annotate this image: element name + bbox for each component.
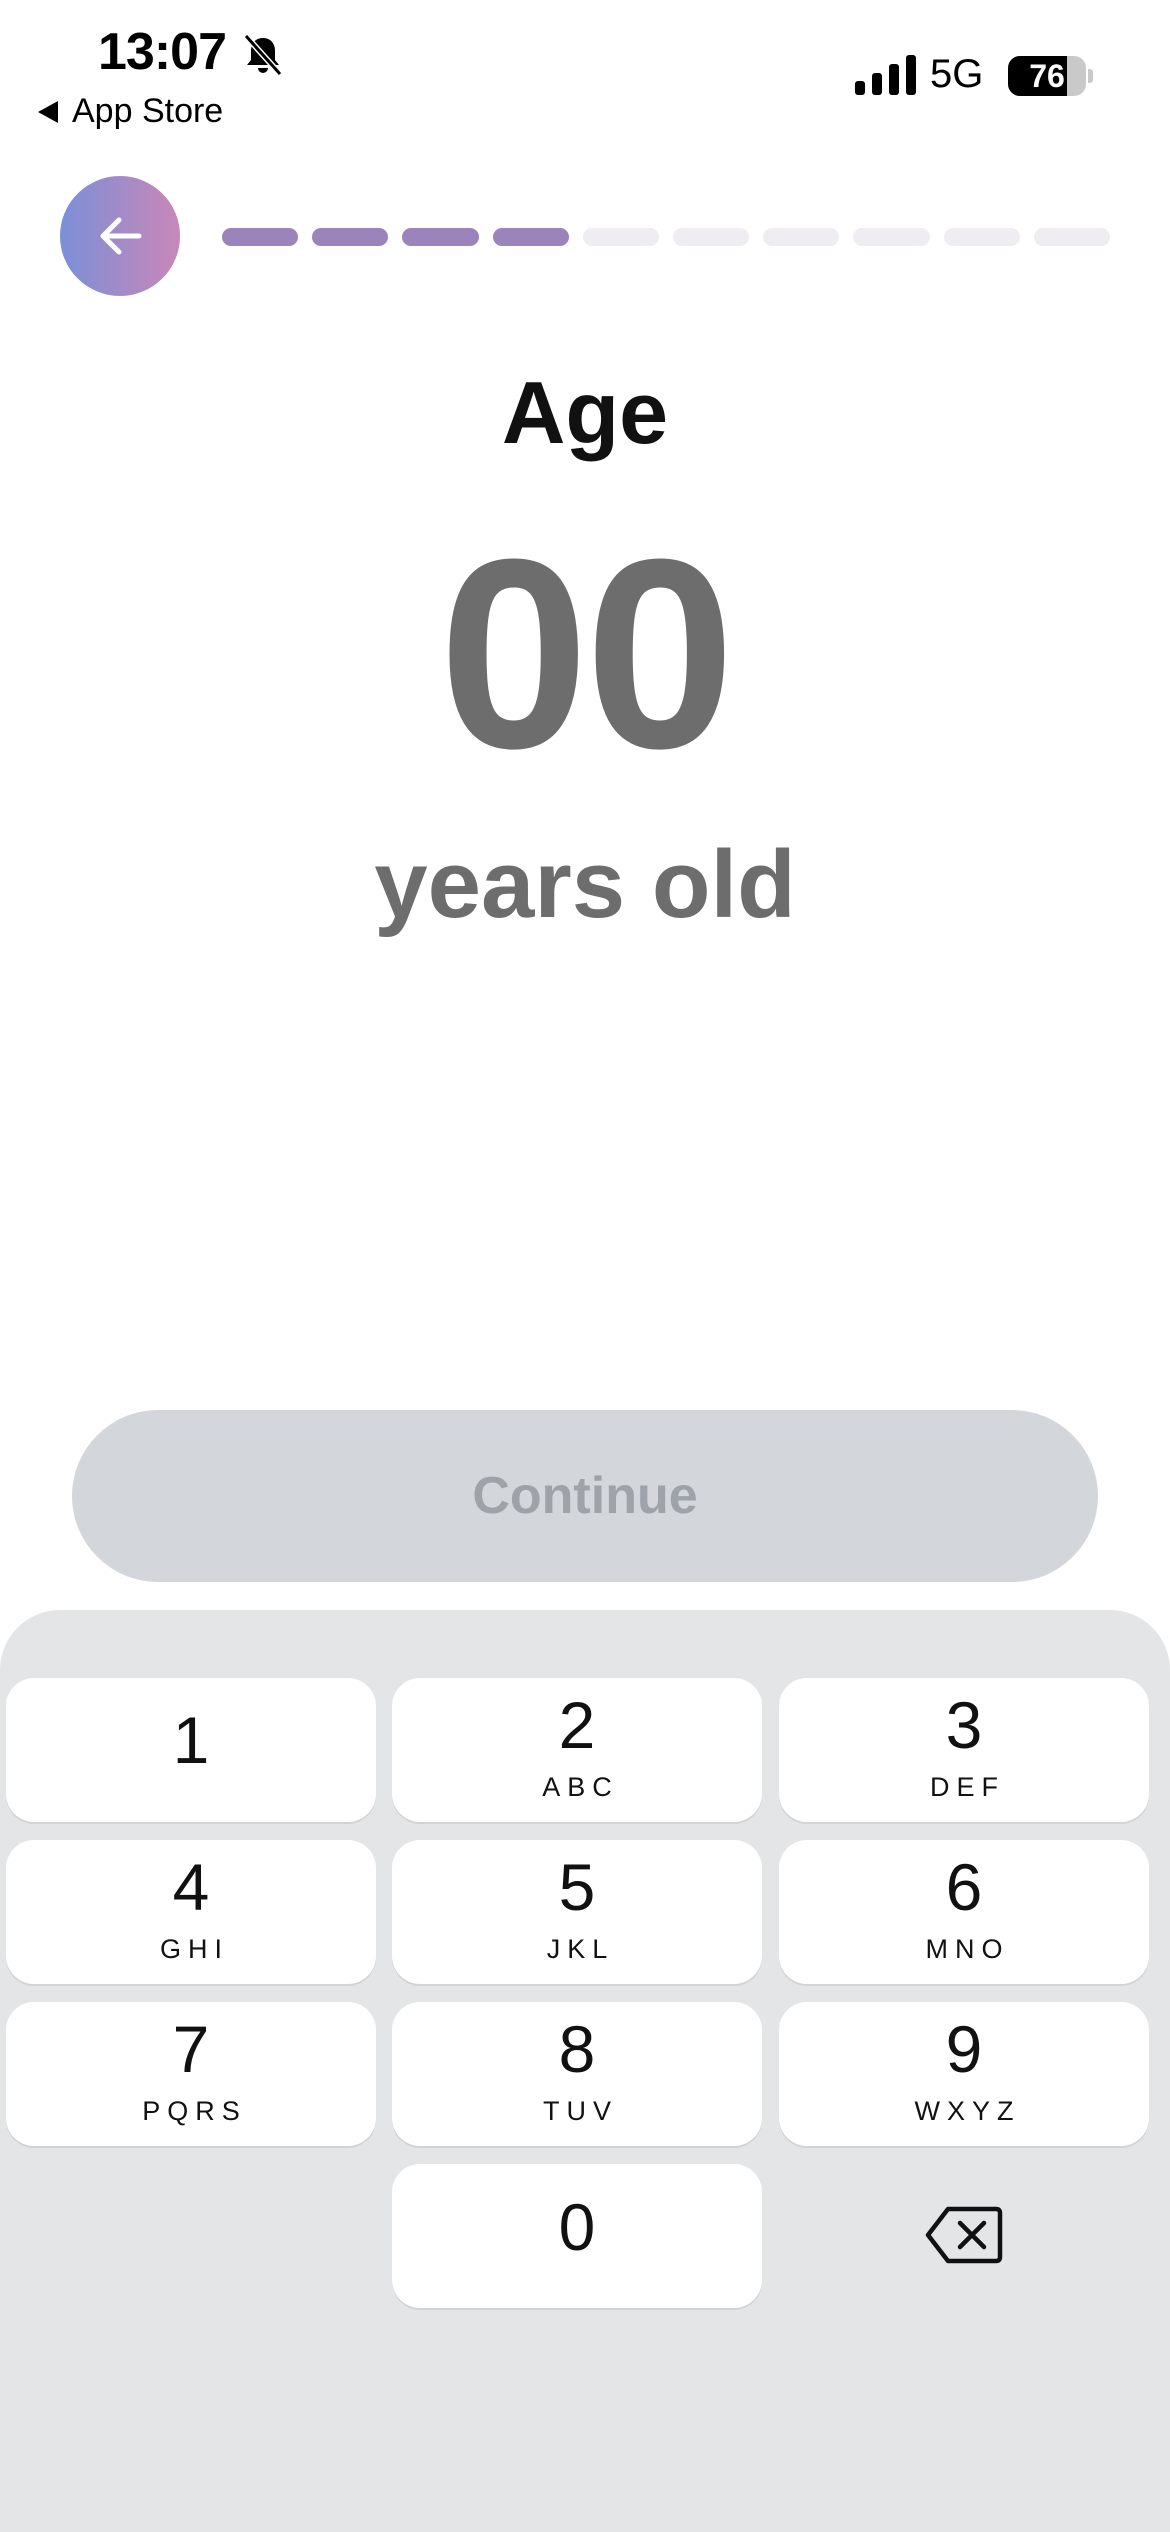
key-letters: MNO [925, 1933, 1010, 1964]
status-bar: 13:07 App Store 5G 76 [0, 0, 1170, 140]
back-to-app-store[interactable]: App Store [38, 92, 223, 131]
page-title: Age [501, 363, 669, 462]
arrow-left-icon [100, 217, 142, 255]
progress-segment [673, 228, 750, 246]
age-unit-label: years old [374, 831, 796, 938]
key-letters: WXYZ [914, 2095, 1021, 2126]
key-letters: GHI [159, 1933, 229, 1964]
key-number: 5 [558, 1849, 596, 1924]
progress-segment [402, 228, 479, 246]
key-number: 6 [945, 1849, 983, 1924]
key-letters: DEF [930, 1771, 1005, 1802]
key-number: 8 [558, 2011, 596, 2086]
key-4[interactable]: 4 GHI [6, 1840, 376, 1984]
key-6[interactable]: 6 MNO [779, 1840, 1149, 1984]
key-number: 3 [945, 1687, 983, 1762]
key-0[interactable]: 0 [392, 2164, 762, 2308]
progress-segment [222, 228, 299, 246]
key-5[interactable]: 5 JKL [392, 1840, 762, 1984]
network-type: 5G [930, 52, 984, 96]
progress-segment [763, 228, 840, 246]
bell-muted-icon [243, 33, 283, 77]
key-number: 0 [558, 2190, 596, 2264]
key-2[interactable]: 2 ABC [392, 1678, 762, 1822]
key-letters: TUV [543, 2095, 618, 2126]
key-9[interactable]: 9 WXYZ [779, 2002, 1149, 2146]
step-progress-bar [222, 228, 1111, 246]
key-number: 7 [172, 2011, 210, 2086]
back-button[interactable] [60, 176, 180, 296]
battery-percent: 76 [1029, 58, 1065, 94]
back-triangle-icon [38, 100, 58, 123]
age-value-display[interactable]: 00 [0, 520, 1170, 790]
key-letters: JKL [546, 1933, 615, 1964]
key-1[interactable]: 1 [6, 1678, 376, 1822]
key-letters: PQRS [142, 2095, 247, 2126]
progress-segment [853, 228, 930, 246]
key-number: 1 [172, 1703, 210, 1777]
back-app-label: App Store [72, 92, 224, 130]
cellular-signal-icon [855, 55, 916, 95]
progress-segment [1033, 228, 1111, 246]
delete-key[interactable] [894, 2185, 1034, 2285]
progress-segment [312, 228, 389, 246]
progress-segment [492, 228, 569, 246]
status-time: 13:07 [98, 23, 227, 81]
battery-icon: 76 [1008, 56, 1093, 96]
key-3[interactable]: 3 DEF [779, 1678, 1149, 1822]
backspace-icon [925, 2206, 1003, 2264]
key-number: 4 [172, 1849, 210, 1924]
progress-segment [582, 228, 660, 246]
key-number: 2 [558, 1687, 596, 1762]
key-number: 9 [945, 2011, 983, 2086]
continue-button[interactable]: Continue [72, 1410, 1098, 1582]
key-8[interactable]: 8 TUV [392, 2002, 762, 2146]
key-7[interactable]: 7 PQRS [6, 2002, 376, 2146]
key-letters: ABC [542, 1771, 619, 1802]
progress-segment [943, 228, 1020, 246]
